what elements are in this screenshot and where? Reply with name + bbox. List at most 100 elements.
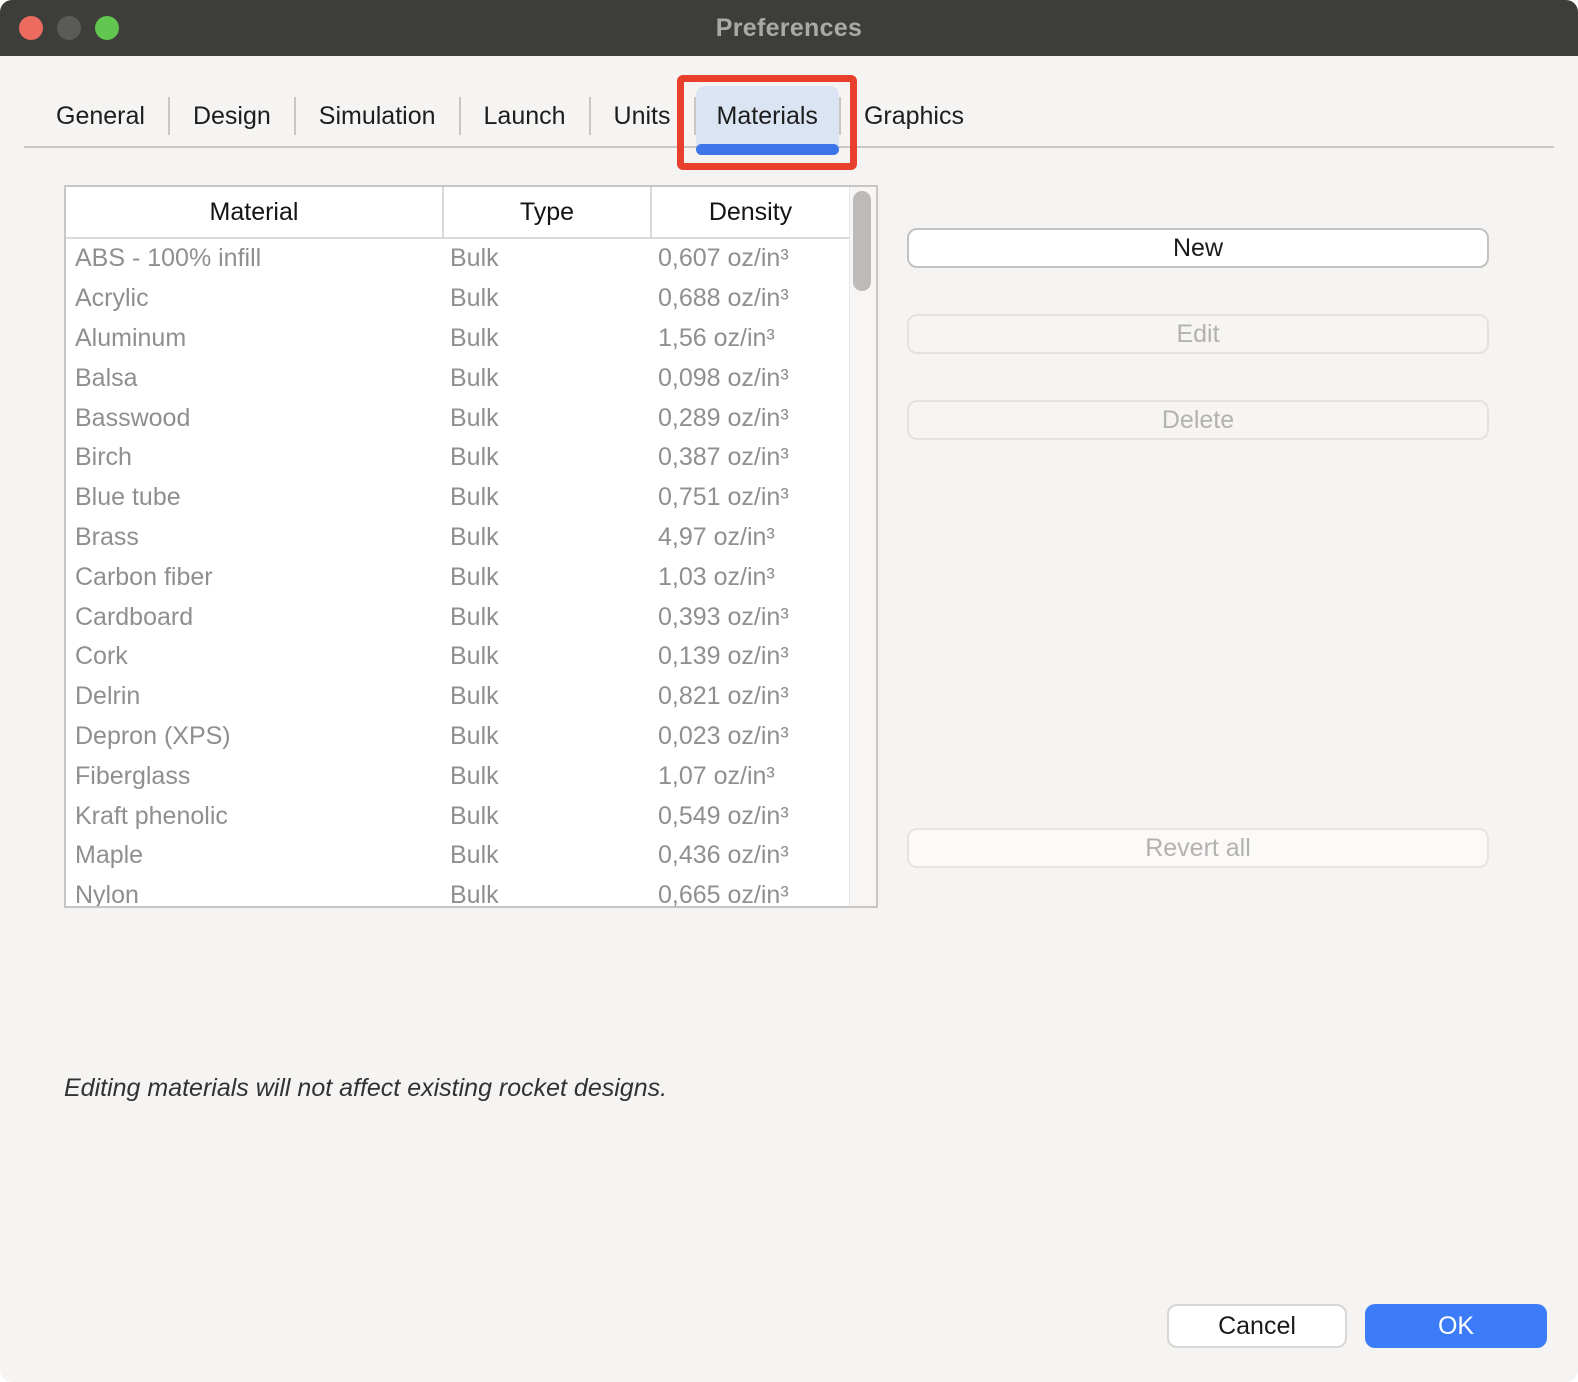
cell-type: Bulk — [442, 603, 650, 632]
cell-type: Bulk — [442, 483, 650, 512]
table-row[interactable]: Brass Bulk 4,97 oz/in³ — [66, 518, 849, 558]
tab-bar: General Design Simulation Launch Units M… — [24, 86, 1554, 148]
tab-materials[interactable]: Materials — [696, 86, 839, 146]
cell-type: Bulk — [442, 404, 650, 433]
cell-type: Bulk — [442, 762, 650, 791]
delete-button[interactable]: Delete — [907, 400, 1489, 440]
cell-density: 0,387 oz/in³ — [650, 443, 849, 472]
table-row[interactable]: Depron (XPS) Bulk 0,023 oz/in³ — [66, 717, 849, 757]
cell-material: ABS - 100% infill — [66, 244, 442, 273]
cell-density: 0,688 oz/in³ — [650, 284, 849, 313]
tab-graphics[interactable]: Graphics — [841, 86, 987, 146]
column-header-material[interactable]: Material — [66, 187, 442, 237]
cell-material: Depron (XPS) — [66, 722, 442, 751]
cell-type: Bulk — [442, 443, 650, 472]
cell-density: 0,436 oz/in³ — [650, 841, 849, 870]
cell-material: Carbon fiber — [66, 563, 442, 592]
cell-type: Bulk — [442, 841, 650, 870]
table-row[interactable]: Delrin Bulk 0,821 oz/in³ — [66, 677, 849, 717]
revert-all-button[interactable]: Revert all — [907, 828, 1489, 868]
cell-density: 0,139 oz/in³ — [650, 642, 849, 671]
table-row[interactable]: Carbon fiber Bulk 1,03 oz/in³ — [66, 557, 849, 597]
table-row[interactable]: Maple Bulk 0,436 oz/in³ — [66, 836, 849, 876]
cell-type: Bulk — [442, 284, 650, 313]
table-row[interactable]: Birch Bulk 0,387 oz/in³ — [66, 438, 849, 478]
table-row[interactable]: ABS - 100% infill Bulk 0,607 oz/in³ — [66, 239, 849, 279]
cell-density: 0,289 oz/in³ — [650, 404, 849, 433]
materials-table: Material Type Density ABS - 100% infill … — [64, 185, 878, 908]
cell-type: Bulk — [442, 244, 650, 273]
cell-density: 0,751 oz/in³ — [650, 483, 849, 512]
cell-density: 0,098 oz/in³ — [650, 364, 849, 393]
table-row[interactable]: Aluminum Bulk 1,56 oz/in³ — [66, 319, 849, 359]
cell-type: Bulk — [442, 324, 650, 353]
cell-material: Blue tube — [66, 483, 442, 512]
preferences-window: Preferences General Design Simulation La… — [0, 0, 1578, 1382]
cell-material: Cardboard — [66, 603, 442, 632]
materials-note: Editing materials will not affect existi… — [64, 1074, 667, 1103]
cell-density: 0,821 oz/in³ — [650, 682, 849, 711]
selected-tab-underline — [696, 144, 839, 155]
column-header-density[interactable]: Density — [650, 187, 849, 237]
close-icon[interactable] — [19, 16, 43, 40]
titlebar: Preferences — [0, 0, 1578, 56]
cell-material: Nylon — [66, 881, 442, 906]
cell-material: Fiberglass — [66, 762, 442, 791]
table-body: ABS - 100% infill Bulk 0,607 oz/in³ Acry… — [66, 239, 849, 906]
ok-button[interactable]: OK — [1365, 1304, 1547, 1348]
table-row[interactable]: Blue tube Bulk 0,751 oz/in³ — [66, 478, 849, 518]
table-row[interactable]: Kraft phenolic Bulk 0,549 oz/in³ — [66, 796, 849, 836]
tab-materials-label: Materials — [717, 102, 818, 131]
edit-button[interactable]: Edit — [907, 314, 1489, 354]
cell-material: Balsa — [66, 364, 442, 393]
cell-material: Brass — [66, 523, 442, 552]
cell-material: Birch — [66, 443, 442, 472]
cell-type: Bulk — [442, 563, 650, 592]
cell-density: 1,03 oz/in³ — [650, 563, 849, 592]
cell-type: Bulk — [442, 722, 650, 751]
cell-type: Bulk — [442, 523, 650, 552]
cell-type: Bulk — [442, 364, 650, 393]
table-row[interactable]: Cardboard Bulk 0,393 oz/in³ — [66, 597, 849, 637]
table-scrollbar[interactable] — [849, 187, 876, 906]
tab-design[interactable]: Design — [170, 86, 294, 146]
minimize-icon[interactable] — [57, 16, 81, 40]
cell-density: 0,549 oz/in³ — [650, 802, 849, 831]
cell-density: 0,393 oz/in³ — [650, 603, 849, 632]
zoom-icon[interactable] — [95, 16, 119, 40]
cell-density: 1,56 oz/in³ — [650, 324, 849, 353]
tab-simulation[interactable]: Simulation — [296, 86, 459, 146]
scrollbar-thumb[interactable] — [853, 191, 871, 291]
cell-material: Delrin — [66, 682, 442, 711]
tab-launch[interactable]: Launch — [461, 86, 589, 146]
cell-density: 0,023 oz/in³ — [650, 722, 849, 751]
table-row[interactable]: Balsa Bulk 0,098 oz/in³ — [66, 358, 849, 398]
cell-material: Aluminum — [66, 324, 442, 353]
cancel-button[interactable]: Cancel — [1167, 1304, 1347, 1348]
table-row[interactable]: Nylon Bulk 0,665 oz/in³ — [66, 876, 849, 906]
cell-density: 4,97 oz/in³ — [650, 523, 849, 552]
cell-material: Maple — [66, 841, 442, 870]
cell-material: Basswood — [66, 404, 442, 433]
cell-density: 0,607 oz/in³ — [650, 244, 849, 273]
cell-material: Kraft phenolic — [66, 802, 442, 831]
tab-general[interactable]: General — [33, 86, 168, 146]
window-title: Preferences — [716, 14, 862, 43]
table-header-row: Material Type Density — [66, 187, 849, 239]
cell-type: Bulk — [442, 682, 650, 711]
cell-type: Bulk — [442, 642, 650, 671]
table-row[interactable]: Basswood Bulk 0,289 oz/in³ — [66, 398, 849, 438]
column-header-type[interactable]: Type — [442, 187, 650, 237]
table-row[interactable]: Cork Bulk 0,139 oz/in³ — [66, 637, 849, 677]
table-row[interactable]: Fiberglass Bulk 1,07 oz/in³ — [66, 756, 849, 796]
table-row[interactable]: Acrylic Bulk 0,688 oz/in³ — [66, 279, 849, 319]
traffic-lights — [19, 16, 119, 40]
cell-type: Bulk — [442, 881, 650, 906]
tab-units[interactable]: Units — [591, 86, 694, 146]
cell-material: Cork — [66, 642, 442, 671]
materials-table-content: Material Type Density ABS - 100% infill … — [66, 187, 849, 906]
cell-density: 0,665 oz/in³ — [650, 881, 849, 906]
cell-density: 1,07 oz/in³ — [650, 762, 849, 791]
new-button[interactable]: New — [907, 228, 1489, 268]
cell-material: Acrylic — [66, 284, 442, 313]
